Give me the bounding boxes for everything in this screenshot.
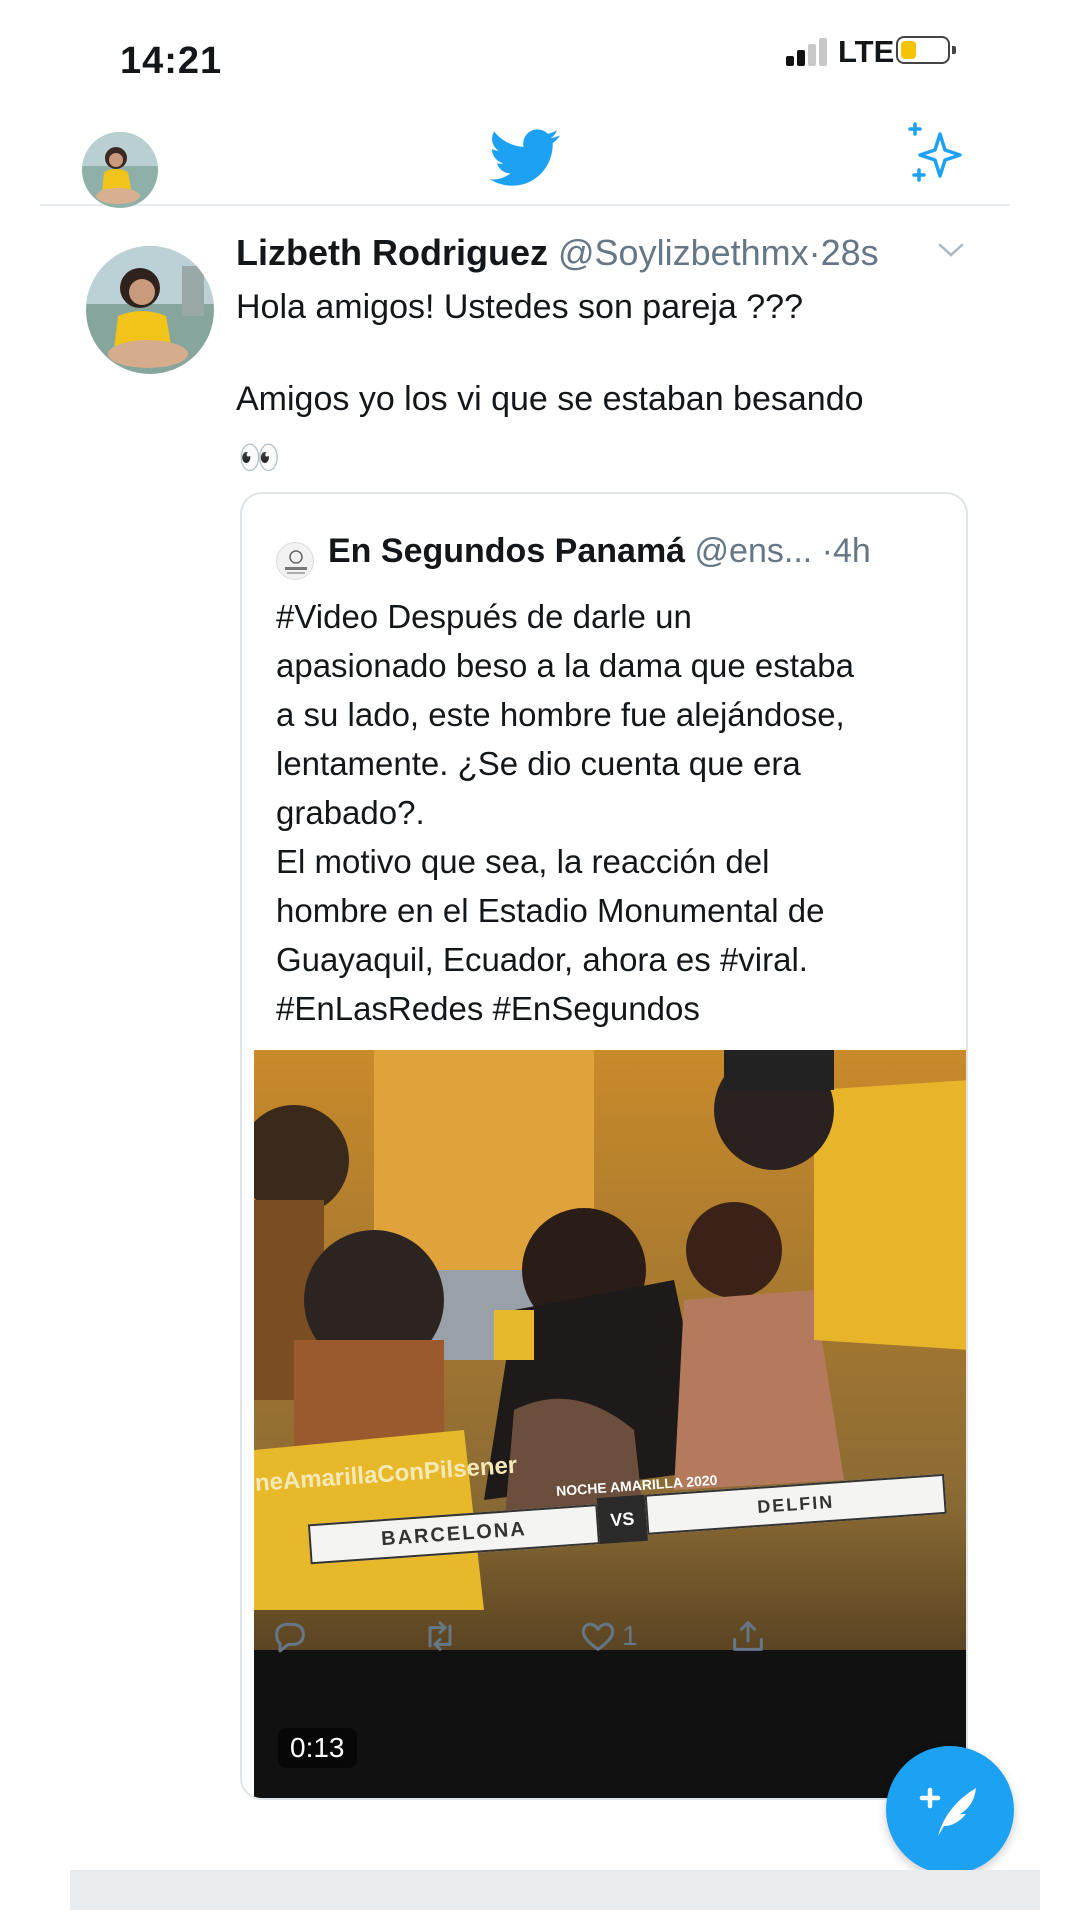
compose-tweet-button[interactable] (886, 1746, 1014, 1874)
status-time: 14:21 (120, 40, 223, 82)
tweet-author-avatar[interactable] (86, 246, 214, 374)
signal-icon (786, 38, 830, 66)
network-label: LTE (838, 34, 895, 69)
quoted-tweet-time: 4h (833, 532, 871, 570)
tweet-text: Hola amigos! Ustedes son pareja ??? Amig… (236, 288, 864, 418)
author-name[interactable]: Lizbeth Rodriguez (236, 232, 548, 273)
author-handle[interactable]: @Soylizbethmx (558, 232, 809, 273)
tweet-time: 28s (820, 232, 879, 273)
battery-icon (896, 36, 956, 64)
like-button[interactable]: 1 (578, 1614, 638, 1658)
sparkle-icon[interactable] (902, 120, 968, 186)
profile-avatar[interactable] (82, 132, 158, 208)
eyes-emoji: 👀 (238, 439, 281, 477)
share-icon (733, 1621, 763, 1651)
tab-bar-edge (70, 1870, 1040, 1910)
retweet-button[interactable] (420, 1614, 460, 1658)
share-button[interactable] (728, 1614, 768, 1658)
reply-icon (275, 1622, 305, 1653)
twitter-bird-icon[interactable] (490, 128, 560, 188)
reply-button[interactable] (270, 1614, 310, 1658)
vs-label: VS (609, 1508, 635, 1530)
like-count: 1 (622, 1620, 638, 1651)
separator-dot: · (808, 232, 821, 273)
chevron-down-icon[interactable] (936, 240, 966, 260)
retweet-icon (428, 1621, 452, 1651)
quoted-author-name[interactable]: En Segundos Panamá (328, 532, 685, 570)
quoted-separator-dot: · (821, 532, 833, 570)
overlay-team-home: BARCELONA (307, 1504, 601, 1565)
video-player[interactable]: neAmarillaConPilsener NOCHE AMARILLA 202… (254, 1050, 966, 1798)
quoted-author-avatar[interactable] (276, 542, 314, 580)
compose-feather-icon (919, 1787, 976, 1836)
team-away-label: DELFIN (756, 1491, 835, 1517)
tweet-actions: 1 (190, 1590, 870, 1680)
tweet-header: Lizbeth Rodriguez @Soylizbethmx·28s (236, 232, 1016, 282)
status-bar: 14:21 LTE (0, 0, 1080, 110)
heart-icon (581, 1622, 615, 1651)
quoted-tweet-header: En Segundos Panamá @ens... ·4h (328, 532, 958, 571)
quoted-tweet-text: #Video Después de darle un apasionado be… (276, 598, 854, 1027)
top-nav (40, 110, 1010, 208)
quoted-author-handle[interactable]: @ens... (695, 532, 813, 570)
video-duration: 0:13 (278, 1728, 357, 1768)
team-home-label: BARCELONA (380, 1517, 528, 1550)
twitter-timeline-screen: 14:21 LTE Lizbeth Rodriguez @Soylizbethm… (0, 0, 1080, 1920)
overlay-vs: VS (596, 1494, 648, 1545)
video-frame (254, 1050, 966, 1798)
